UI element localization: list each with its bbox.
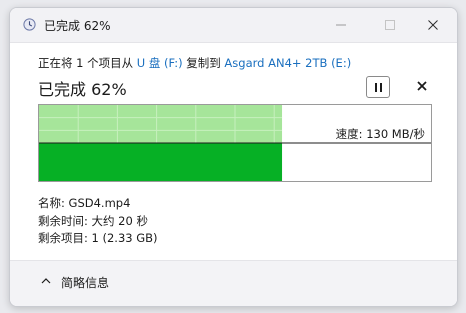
progress-fill <box>39 143 283 181</box>
minimize-button[interactable] <box>318 8 364 42</box>
destination-link[interactable]: Asgard AN4+ 2TB (E:) <box>224 56 351 70</box>
less-details-button[interactable]: 简略信息 <box>61 274 109 291</box>
speed-graph: 速度: 130 MB/秒 <box>38 104 432 182</box>
close-icon <box>428 20 438 30</box>
speed-graph-canvas <box>39 105 431 181</box>
source-link[interactable]: U 盘 (F:) <box>137 56 183 70</box>
copy-description: 正在将 1 个项目从 U 盘 (F:) 复制到 Asgard AN4+ 2TB … <box>38 55 351 71</box>
transfer-details: 名称: GSD4.mp4 剩余时间: 大约 20 秒 剩余项目: 1 (2.33… <box>38 195 158 248</box>
window-title: 已完成 62% <box>44 19 111 33</box>
maximize-button[interactable] <box>367 8 413 42</box>
close-icon <box>417 81 427 91</box>
copy-prefix: 正在将 1 个项目从 <box>38 56 137 70</box>
copy-dialog: 已完成 62% 正在将 1 个项目从 U 盘 (F:) 复制到 Asgard A… <box>9 7 458 307</box>
pause-icon <box>373 82 383 92</box>
items-remaining: 剩余项目: 1 (2.33 GB) <box>38 231 158 245</box>
progress-percent: 已完成 62% <box>38 80 127 99</box>
progress-clock-icon <box>23 18 36 31</box>
history-area <box>39 105 283 143</box>
window-close-button[interactable] <box>410 8 456 42</box>
speed-label: 速度: 130 MB/秒 <box>331 126 425 142</box>
time-remaining: 剩余时间: 大约 20 秒 <box>38 213 148 228</box>
chevron-up-icon[interactable] <box>40 275 52 287</box>
file-name: 名称: GSD4.mp4 <box>38 196 131 210</box>
maximize-icon <box>385 20 395 30</box>
cancel-button[interactable] <box>412 76 432 96</box>
title-bar[interactable]: 已完成 62% <box>10 8 457 43</box>
footer-bar: 简略信息 <box>10 260 457 306</box>
copy-middle: 复制到 <box>182 56 225 70</box>
minimize-icon <box>336 24 346 26</box>
pause-button[interactable] <box>366 76 390 98</box>
